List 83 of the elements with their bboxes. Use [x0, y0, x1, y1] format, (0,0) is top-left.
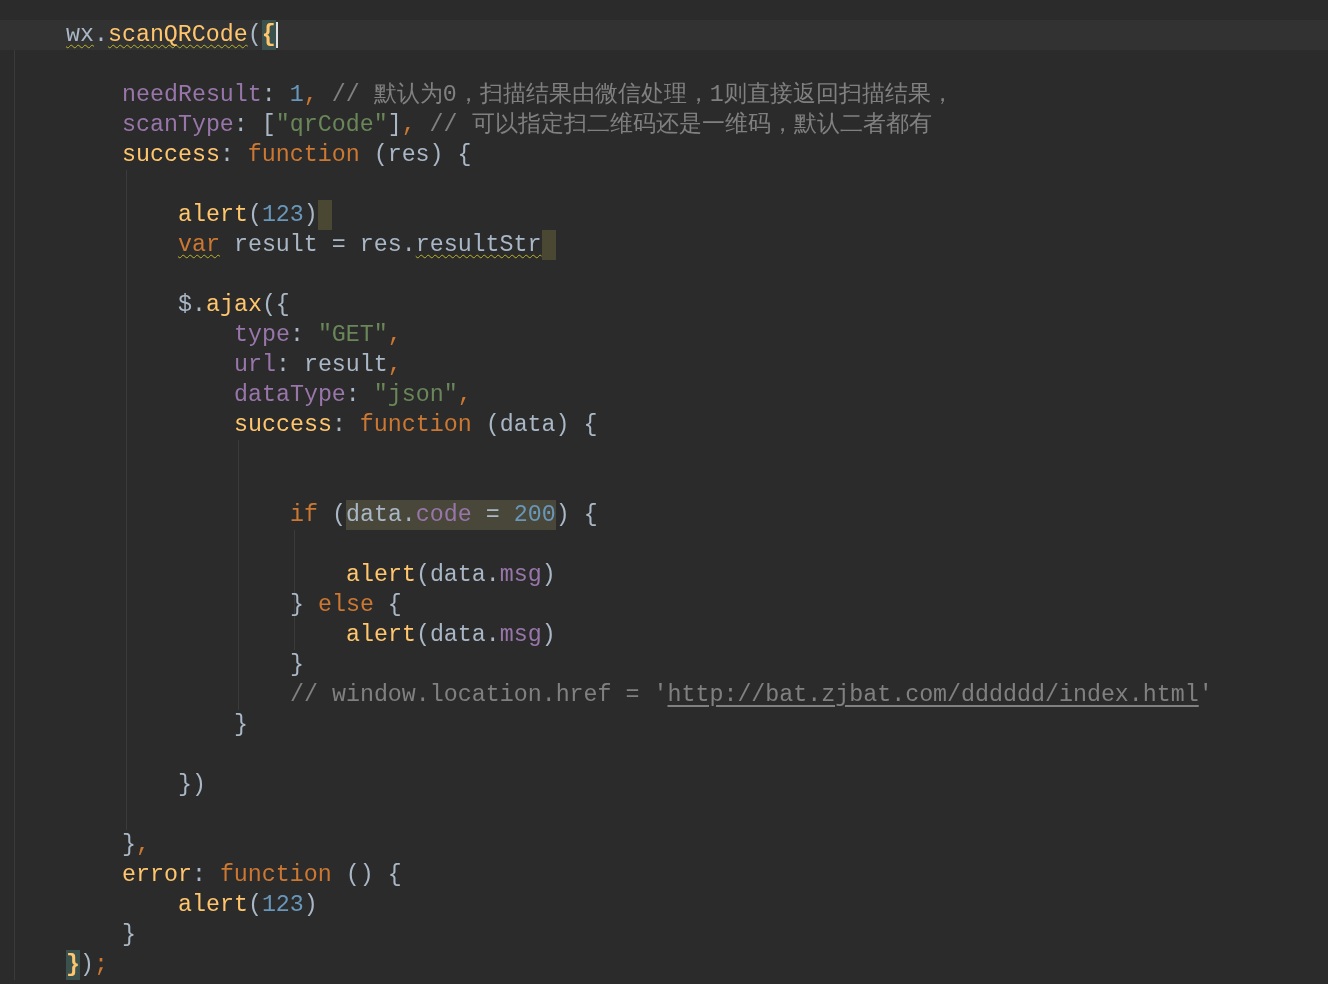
keyword: function: [219, 861, 332, 890]
string-literal: "qrCode": [275, 111, 388, 140]
code-text: }: [290, 591, 305, 620]
property-name: url: [234, 351, 276, 380]
string-literal: "json": [373, 381, 458, 410]
property-name: msg: [499, 621, 542, 650]
code-text: :: [219, 141, 235, 170]
property-name: dataType: [234, 381, 346, 410]
code-text: (: [247, 21, 262, 50]
code-text: ): [541, 621, 556, 650]
code-text: ) {: [555, 501, 598, 530]
property-name: scanType: [122, 111, 234, 140]
code-text: =: [471, 500, 514, 530]
function-name: error: [122, 861, 192, 890]
code-text: (data.: [415, 621, 500, 650]
code-text: ): [303, 201, 318, 230]
property-name: type: [234, 321, 290, 350]
code-text: ({: [261, 291, 290, 320]
code-text: ): [303, 891, 318, 920]
keyword: function: [247, 141, 360, 170]
code-text: (: [247, 891, 262, 920]
code-comment: ': [1198, 681, 1213, 710]
property-name: code: [415, 500, 472, 530]
function-name: {: [261, 20, 276, 50]
keyword: ,: [303, 81, 319, 110]
string-literal: "GET": [317, 321, 388, 350]
keyword: ;: [93, 951, 108, 980]
keyword: ,: [136, 831, 150, 860]
property-name: needResult: [122, 81, 262, 110]
number-literal: 200: [513, 500, 556, 530]
code-text: :: [331, 411, 347, 440]
code-text: (res) {: [372, 141, 472, 170]
function-name: success: [122, 141, 220, 170]
code-text: }: [122, 921, 136, 950]
code-text: :: [191, 861, 207, 890]
code-text: $.: [178, 291, 206, 320]
code-text: ): [541, 561, 556, 590]
code-text: :: [289, 321, 305, 350]
code-text: : [: [233, 111, 276, 140]
code-text: :: [345, 381, 361, 410]
number-literal: 123: [261, 201, 304, 230]
code-text: ): [80, 951, 94, 980]
keyword: ,: [457, 381, 472, 410]
code-text: ]: [387, 111, 402, 140]
code-text: {: [386, 591, 402, 620]
code-text: () {: [344, 861, 402, 890]
function-name: alert: [346, 621, 416, 650]
code-text: data.: [345, 500, 416, 530]
code-text: :: [261, 81, 277, 110]
keyword: var: [178, 231, 220, 260]
code-text: result = res.: [232, 231, 416, 260]
function-name: }: [66, 950, 80, 980]
keyword: if: [290, 501, 318, 530]
function-name: alert: [346, 561, 416, 590]
keyword: ,: [387, 351, 402, 380]
code-comment: // window.location.href = ': [290, 681, 668, 710]
code-text: wx: [66, 21, 94, 50]
function-name: alert: [178, 891, 248, 920]
function-name: success: [234, 411, 332, 440]
code-text: (: [330, 501, 346, 530]
code-text: : result: [275, 351, 388, 380]
code-text: (data) {: [484, 411, 598, 440]
comment-link[interactable]: http://bat.zjbat.com/dddddd/index.html: [667, 680, 1199, 710]
function-name: alert: [178, 201, 248, 230]
keyword: function: [359, 411, 472, 440]
keyword: else: [317, 591, 374, 620]
code-text: }: [234, 711, 248, 740]
code-comment: // 默认为0，扫描结果由微信处理，1则直接返回扫描结果，: [331, 81, 954, 110]
keyword: ,: [401, 111, 417, 140]
function-name: scanQRCode: [107, 21, 248, 50]
function-name: ajax: [205, 291, 262, 320]
code-text: }): [178, 771, 206, 800]
property-name: msg: [499, 561, 542, 590]
code-text: (: [247, 201, 262, 230]
number-literal: 123: [261, 891, 304, 920]
code-text: }: [290, 651, 304, 680]
code-text: .: [93, 21, 108, 50]
code-text: }: [122, 831, 136, 860]
keyword: ,: [387, 321, 402, 350]
code-comment: // 可以指定扫二维码还是一维码，默认二者都有: [429, 111, 932, 140]
code-text: resultStr: [415, 231, 542, 260]
number-literal: 1: [289, 81, 304, 110]
code-text: (data.: [415, 561, 500, 590]
